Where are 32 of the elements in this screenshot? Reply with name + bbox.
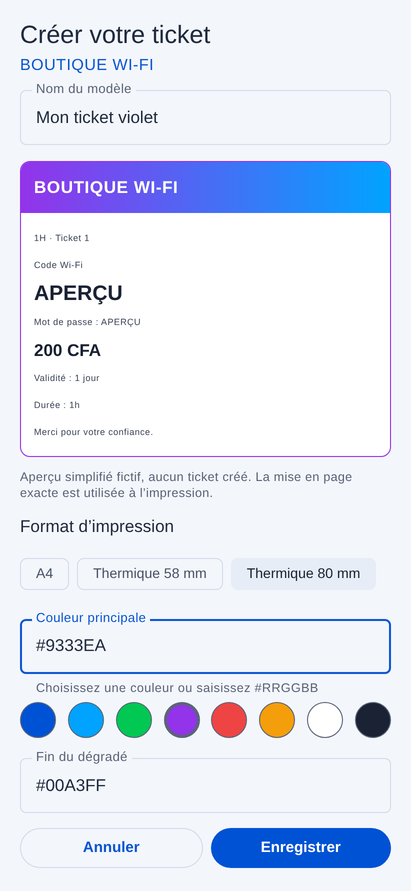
ticket-price: 200 CFA [34,340,102,362]
color-swatch[interactable] [211,702,248,738]
ticket-text: Merci pour votre confiance. [34,426,154,439]
save-button[interactable]: Enregistrer [210,828,391,868]
page-subtitle: BOUTIQUE WI-FI [20,56,156,76]
preview-note: Aperçu simplifié fictif, aucun ticket créé. La mise en page exacte est utilisée à l’impression. [20,469,354,501]
color-swatch[interactable] [259,702,296,738]
ticket-text: Code Wi-Fi [34,259,84,272]
ticket-text: Durée : 1h [34,399,82,412]
field-label: Fin du dégradé [32,749,132,766]
color-swatch[interactable] [20,702,56,738]
field-label: Couleur principale [32,610,150,626]
ticket-text: Mot de passe : APERÇU [34,316,142,329]
ticket-text: 1H · Ticket 1 [34,232,91,245]
format-option[interactable]: Thermique 58 mm [77,558,223,590]
color-swatch[interactable] [307,702,344,738]
color-swatch[interactable] [68,702,104,738]
cancel-button[interactable]: Annuler [20,828,202,868]
format-option[interactable]: A4 [20,558,70,590]
color-swatch[interactable] [116,702,152,738]
color-swatch[interactable] [164,702,200,738]
ticket-header: BOUTIQUE WI-FI [21,162,390,213]
helper-text: Choisissez une couleur ou saisissez #RRGGBB [35,680,320,696]
page-title: Créer votre ticket [20,20,212,51]
ticket-code: APERÇU [34,281,124,307]
color-swatch[interactable] [354,702,391,738]
format-option[interactable]: Thermique 80 mm [230,558,376,590]
gradient-end-field[interactable]: Fin du dégradé #00A3FF [20,749,391,814]
ticket-text: Validité : 1 jour [34,372,101,385]
section-heading: Format d’impression [20,516,175,538]
color-field[interactable]: Couleur principale #9333EA [20,610,391,674]
name-field[interactable]: Nom du modèle Mon ticket violet [20,81,391,145]
